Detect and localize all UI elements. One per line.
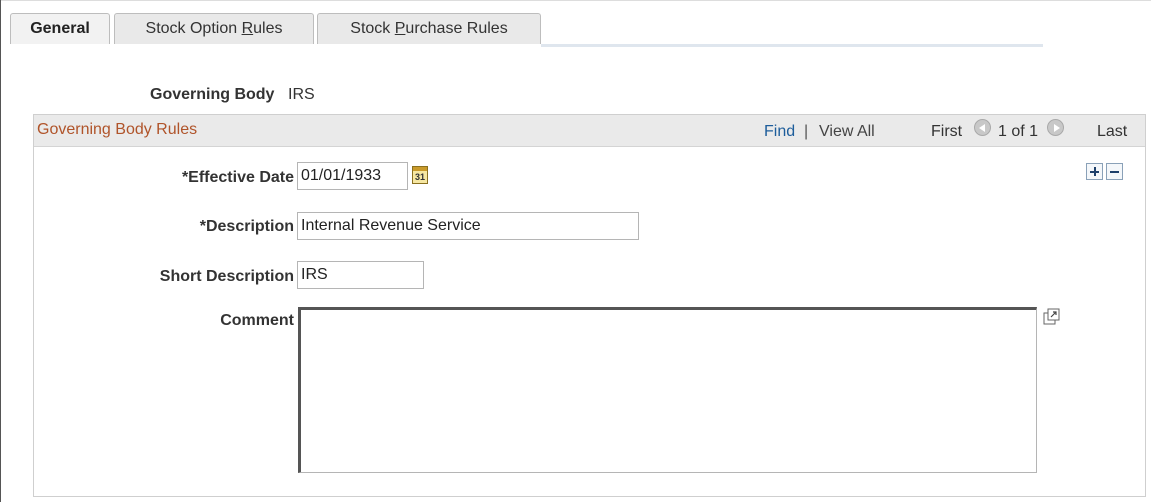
view-all-link[interactable]: View All [819, 123, 875, 141]
description-label: *Description [199, 218, 294, 235]
first-label: First [931, 123, 963, 140]
short-description-label: Short Description [159, 268, 294, 285]
governing-body-rules-group: Governing Body Rules Find | View All Fir… [33, 114, 1146, 497]
tab-stock-option-rules[interactable]: Stock Option Rules [114, 13, 314, 44]
short-description-input[interactable]: IRS [297, 261, 424, 289]
group-header: Governing Body Rules Find | View All Fir… [34, 115, 1145, 147]
range-label: 1 of 1 [998, 123, 1039, 140]
calendar-icon[interactable]: 31 [412, 166, 428, 184]
comment-label: Comment [220, 312, 294, 329]
effective-date-label: *Effective Date [181, 169, 294, 186]
find-link[interactable]: Find [764, 123, 795, 141]
tab-stock-option-rules-label: Stock Option Rules [145, 20, 283, 37]
tab-underline [541, 44, 1043, 47]
governing-body-value: IRS [288, 86, 315, 103]
nav-separator: | [804, 123, 809, 140]
tab-general[interactable]: General [10, 13, 110, 44]
expand-icon[interactable] [1043, 308, 1061, 326]
tab-stock-purchase-rules-label: Stock Purchase Rules [350, 20, 508, 37]
last-label: Last [1097, 123, 1128, 140]
group-title: Governing Body Rules [37, 121, 198, 138]
next-icon[interactable] [1047, 119, 1064, 136]
frame-top-border [0, 0, 1151, 1]
delete-row-icon[interactable] [1106, 163, 1123, 180]
description-input[interactable]: Internal Revenue Service [297, 212, 639, 240]
comment-textarea[interactable] [298, 307, 1037, 473]
add-row-icon[interactable] [1086, 163, 1103, 180]
governing-body-label: Governing Body [150, 86, 275, 103]
prev-icon[interactable] [974, 119, 991, 136]
effective-date-input[interactable]: 01/01/1933 [297, 162, 408, 190]
frame-left-border [0, 0, 1, 502]
tab-general-label: General [30, 20, 90, 37]
tab-stock-purchase-rules[interactable]: Stock Purchase Rules [317, 13, 541, 44]
